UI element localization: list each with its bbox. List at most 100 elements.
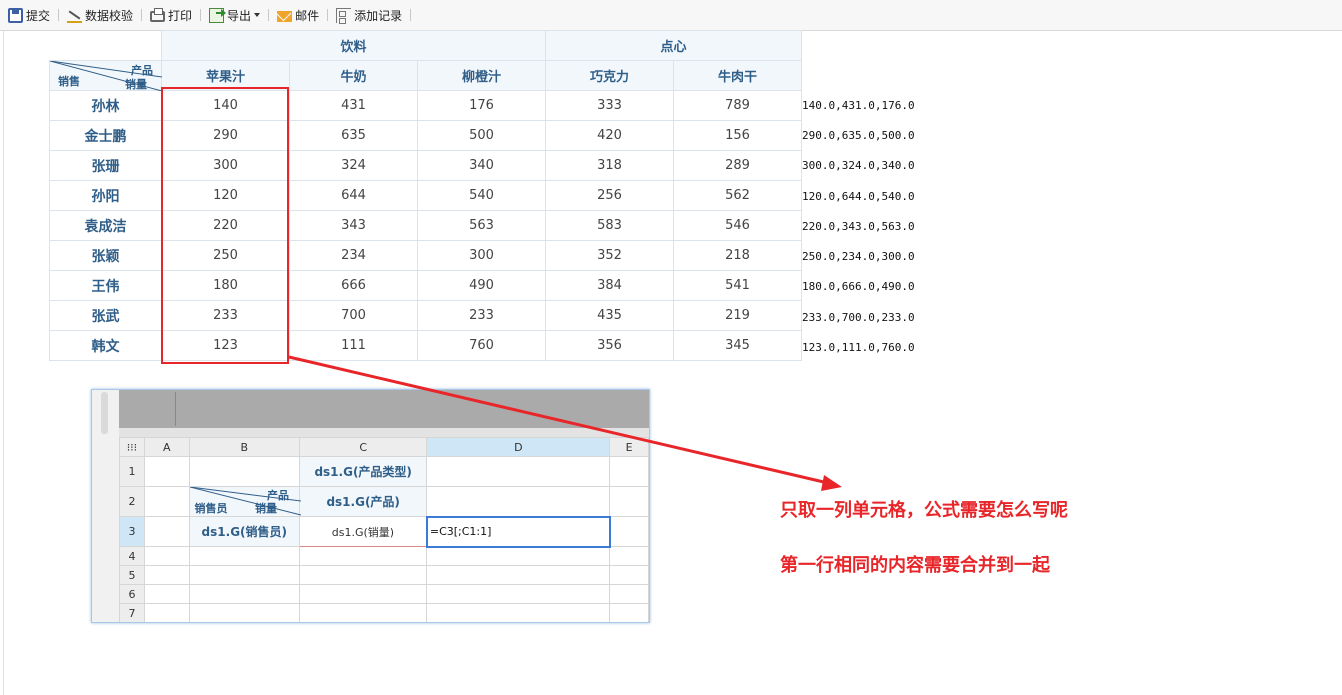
column-header[interactable]: E [609,437,649,457]
cell-c2[interactable]: ds1.G(产品) [299,486,428,517]
value-cell[interactable]: 541 [673,270,802,301]
designer-left-bar [92,390,119,622]
value-cell[interactable]: 700 [289,300,418,331]
column-header[interactable]: C [299,437,428,457]
value-cell[interactable]: 583 [545,210,674,241]
salesman-name: 袁成洁 [49,210,162,241]
value-cell[interactable]: 289 [673,150,802,181]
sheet-cell[interactable] [143,516,190,547]
sheet-cell[interactable] [609,584,649,604]
row-header[interactable]: 4 [119,546,145,566]
sheet-cell[interactable] [426,584,611,604]
value-cell[interactable]: 176 [417,90,546,121]
sheet-cell[interactable] [143,603,190,622]
sheet-cell[interactable] [188,565,301,585]
sheet-cell[interactable] [609,603,649,622]
sheet-grid-icon[interactable]: ⁝⁝⁝ [119,437,145,457]
sheet-cell[interactable] [426,456,611,487]
corner-blank [50,31,162,61]
sheet-cell[interactable] [609,486,649,517]
highlight-box [161,87,289,364]
sheet-cell[interactable] [609,456,649,487]
value-cell[interactable]: 789 [673,90,802,121]
sheet-cell[interactable] [299,603,428,622]
value-cell[interactable]: 562 [673,180,802,211]
sheet-cell[interactable] [188,584,301,604]
scrollbar[interactable] [101,392,108,434]
value-cell[interactable]: 333 [545,90,674,121]
sheet-cell[interactable] [426,603,611,622]
column-header[interactable]: A [143,437,190,457]
value-cell[interactable]: 635 [289,120,418,151]
cell-d3-formula[interactable]: =C3[;C1:1] [425,515,611,548]
cell-b2-slash[interactable]: 产品 销量 销售员 [188,486,301,517]
mail-button[interactable]: 邮件 [274,4,322,26]
value-cell[interactable]: 490 [417,270,546,301]
annotation-merge-note: 第一行相同的内容需要合并到一起 [780,555,1050,576]
validate-button[interactable]: 数据校验 [64,4,136,26]
value-cell[interactable]: 234 [289,240,418,271]
submit-button[interactable]: 提交 [5,4,53,26]
value-cell[interactable]: 300 [417,240,546,271]
value-cell[interactable]: 256 [545,180,674,211]
value-cell[interactable]: 156 [673,120,802,151]
value-cell[interactable]: 644 [289,180,418,211]
sheet-cell[interactable] [299,546,428,566]
value-cell[interactable]: 500 [417,120,546,151]
value-cell[interactable]: 666 [289,270,418,301]
sheet-cell[interactable] [609,565,649,585]
row-header[interactable]: 5 [119,565,145,585]
value-cell[interactable]: 233 [417,300,546,331]
value-cell[interactable]: 324 [289,150,418,181]
row-header[interactable]: 7 [119,603,145,622]
sheet-cell[interactable] [609,516,649,547]
print-button[interactable]: 打印 [147,4,195,26]
value-cell[interactable]: 318 [545,150,674,181]
value-cell[interactable]: 111 [289,330,418,361]
value-cell[interactable]: 435 [545,300,674,331]
sheet-cell[interactable] [143,584,190,604]
sheet-cell[interactable] [188,603,301,622]
value-cell[interactable]: 352 [545,240,674,271]
column-header[interactable]: B [188,437,301,457]
value-cell[interactable]: 420 [545,120,674,151]
row-header[interactable]: 6 [119,584,145,604]
sheet-cell[interactable] [143,565,190,585]
sheet-cell[interactable] [188,546,301,566]
sheet-cell[interactable] [143,456,190,487]
add-record-button[interactable]: 添加记录 [333,4,405,26]
value-cell[interactable]: 219 [673,300,802,331]
value-cell[interactable]: 540 [417,180,546,211]
sheet-cell[interactable] [143,546,190,566]
row-header[interactable]: 2 [119,486,145,517]
sheet-cell[interactable] [609,546,649,566]
row-header[interactable]: 3 [119,516,145,547]
cell-c1[interactable]: ds1.G(产品类型) [299,456,428,487]
export-button[interactable]: 导出 [206,4,263,26]
value-cell[interactable]: 345 [673,330,802,361]
cell-c3[interactable]: ds1.G(销量) [299,516,428,547]
sheet-cell[interactable] [299,565,428,585]
sheet-cell[interactable] [426,565,611,585]
wand-icon [67,8,83,23]
value-cell[interactable]: 546 [673,210,802,241]
salesman-name: 张珊 [49,150,162,181]
toolbar-separator [200,9,202,21]
value-cell[interactable]: 431 [289,90,418,121]
cell-b3[interactable]: ds1.G(销售员) [188,516,301,547]
value-cell[interactable]: 343 [289,210,418,241]
sheet-cell[interactable] [188,456,301,487]
sheet-cell[interactable] [426,546,611,566]
sheet-cell[interactable] [426,486,611,517]
sheet-cell[interactable] [299,584,428,604]
value-cell[interactable]: 356 [545,330,674,361]
group-header-snacks: 点心 [545,30,802,61]
value-cell[interactable]: 384 [545,270,674,301]
column-header[interactable]: D [426,437,611,457]
value-cell[interactable]: 760 [417,330,546,361]
value-cell[interactable]: 340 [417,150,546,181]
sheet-cell[interactable] [143,486,190,517]
value-cell[interactable]: 563 [417,210,546,241]
value-cell[interactable]: 218 [673,240,802,271]
row-header[interactable]: 1 [119,456,145,487]
